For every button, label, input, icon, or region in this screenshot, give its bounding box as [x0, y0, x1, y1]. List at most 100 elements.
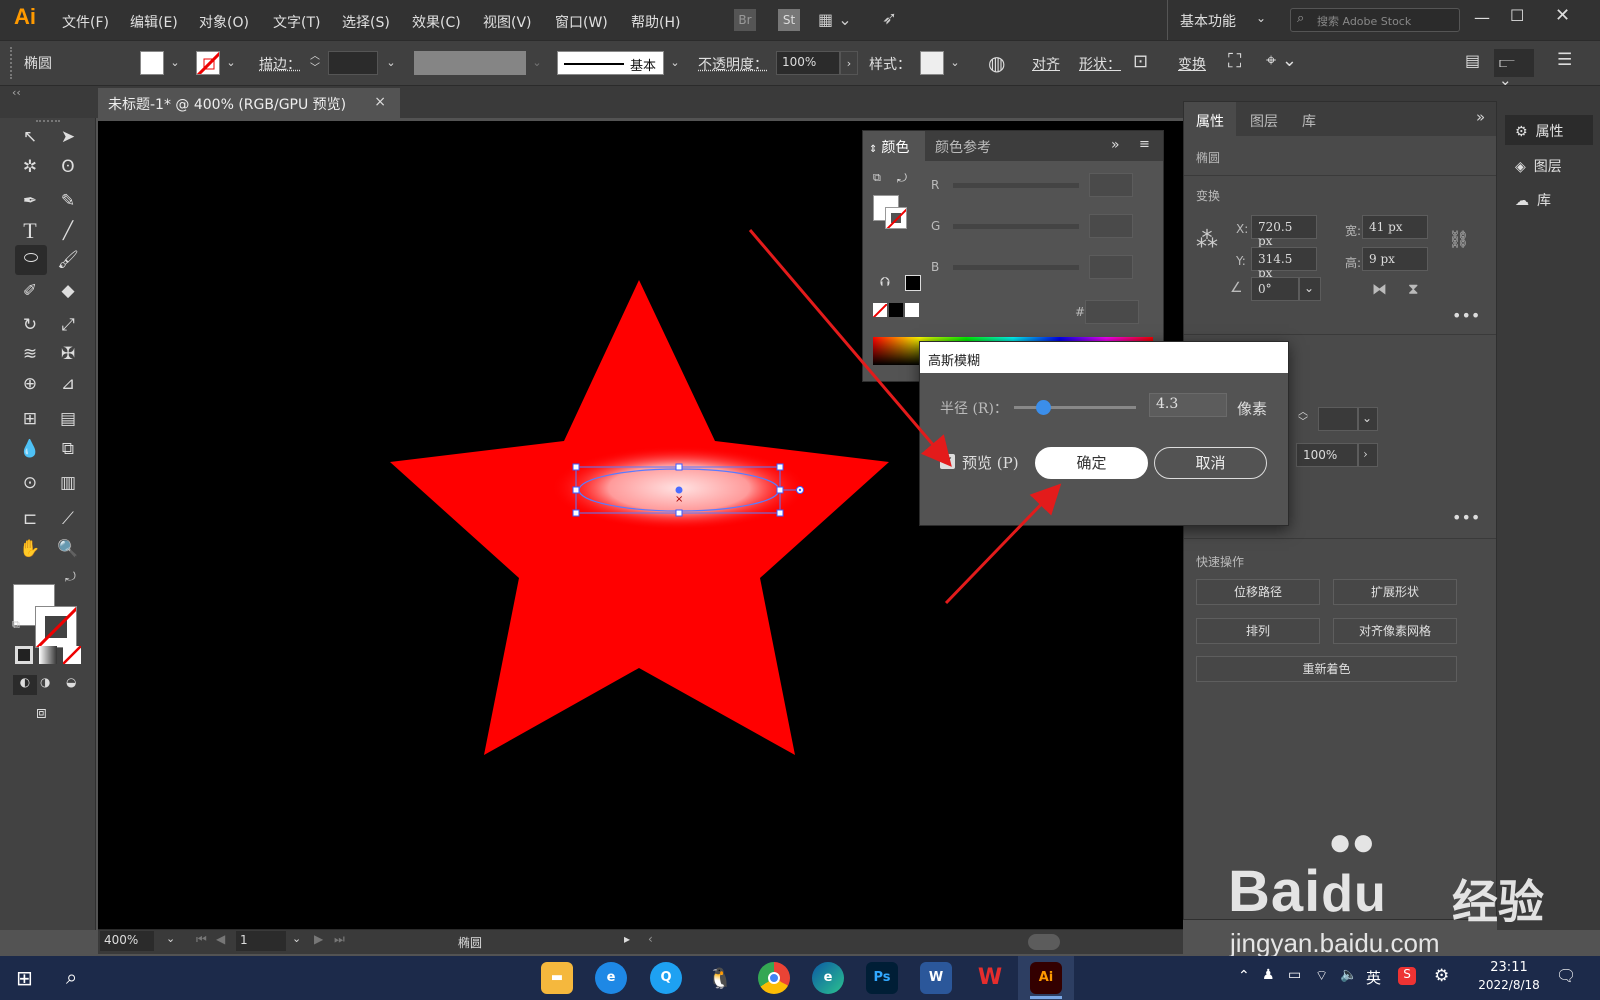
tab-color[interactable]: ⇕ 颜色: [863, 131, 925, 161]
color-mode-icon[interactable]: [15, 646, 33, 664]
stroke-weight-dropdown-icon[interactable]: ⌄: [382, 51, 400, 75]
more-options-icon[interactable]: •••: [1452, 508, 1480, 527]
stroke-stepper[interactable]: ︿ ﹀: [310, 51, 320, 75]
radius-slider-track[interactable]: [1014, 400, 1136, 415]
artboard-dropdown-icon[interactable]: ⌄: [292, 932, 301, 945]
line-tool-icon[interactable]: ╱: [55, 218, 81, 244]
windows-start-icon[interactable]: ⊞: [16, 966, 33, 990]
default-fill-stroke-icon[interactable]: ⧉: [12, 618, 20, 632]
scroll-left-icon[interactable]: ‹: [648, 932, 653, 946]
bridge-icon[interactable]: Br: [734, 9, 756, 31]
rotate-angle-input[interactable]: 0°: [1251, 277, 1299, 301]
paintbrush-tool-icon[interactable]: 🖌: [55, 247, 81, 273]
dock-layers[interactable]: ◈ 图层: [1505, 150, 1593, 180]
expand-shape-button[interactable]: 扩展形状: [1333, 579, 1457, 605]
opacity-flyout-icon[interactable]: ›: [1358, 443, 1378, 467]
zoom-level-input[interactable]: 400%: [100, 931, 154, 951]
draw-behind-icon[interactable]: ◑: [40, 675, 50, 689]
curvature-tool-icon[interactable]: ✎: [55, 188, 81, 214]
appearance-opacity-input[interactable]: 100%: [1296, 443, 1358, 467]
dock-properties[interactable]: ⚙ 属性: [1505, 115, 1593, 145]
stroke-label[interactable]: 描边：: [259, 54, 301, 74]
qq-browser-icon[interactable]: Q: [650, 962, 682, 994]
select-similar-icon[interactable]: ⌖ ⌄: [1266, 50, 1297, 71]
style-dropdown-icon[interactable]: ⌄: [946, 51, 964, 75]
g-slider[interactable]: [953, 224, 1079, 229]
profile-dropdown-icon[interactable]: ⌄: [528, 51, 546, 75]
menu-type[interactable]: 文字(T): [273, 12, 320, 32]
reference-point-icon[interactable]: ⁂: [1196, 228, 1218, 253]
cancel-button[interactable]: 取消: [1154, 447, 1267, 479]
symbol-sprayer-tool-icon[interactable]: ⊙: [17, 470, 43, 496]
ok-button[interactable]: 确定: [1035, 447, 1148, 479]
shape-properties-icon[interactable]: ⊡: [1133, 51, 1148, 72]
g-value-input[interactable]: [1089, 214, 1133, 238]
stroke-color-chip[interactable]: [885, 207, 907, 229]
gpu-rocket-icon[interactable]: ➶: [882, 8, 897, 29]
white-color-chip[interactable]: [905, 303, 919, 317]
horizontal-scrollbar-thumb[interactable]: [1028, 934, 1060, 950]
panel-layout-icon[interactable]: ⫍ ⌄: [1494, 49, 1534, 89]
collapse-toolbar-icon[interactable]: ‹‹: [12, 86, 21, 99]
preview-checkbox[interactable]: ✔: [940, 454, 955, 469]
draw-inside-icon[interactable]: ◒: [66, 675, 76, 689]
artboard-number-input[interactable]: 1: [236, 931, 286, 951]
chevron-down-icon[interactable]: ⌄: [1256, 11, 1266, 25]
menu-edit[interactable]: 编辑(E): [130, 12, 178, 32]
pen-tool-icon[interactable]: ✒: [17, 188, 43, 214]
word-icon[interactable]: W: [920, 962, 952, 994]
zoom-tool-icon[interactable]: 🔍: [55, 536, 81, 562]
tab-libraries[interactable]: 库: [1290, 102, 1328, 136]
width-input[interactable]: 41 px: [1362, 215, 1428, 239]
flip-horizontal-icon[interactable]: ⧓: [1372, 280, 1387, 298]
type-tool-icon[interactable]: T: [17, 218, 43, 244]
panel-menu-icon[interactable]: ≡: [1139, 137, 1150, 152]
slice-tool-icon[interactable]: ⟋: [55, 506, 81, 532]
previous-artboard-icon[interactable]: ◀: [216, 932, 225, 946]
opacity-label[interactable]: 不透明度：: [698, 54, 768, 74]
last-artboard-icon[interactable]: ⏭: [334, 932, 345, 947]
offset-path-button[interactable]: 位移路径: [1196, 579, 1320, 605]
draw-normal-icon[interactable]: ◐: [13, 675, 37, 695]
recolor-artwork-icon[interactable]: ◍: [988, 51, 1005, 75]
sogou-ime-icon[interactable]: S: [1398, 967, 1416, 985]
menu-window[interactable]: 窗口(W): [555, 12, 608, 32]
menu-object[interactable]: 对象(O): [199, 12, 249, 32]
clock-date[interactable]: 2022/8/18: [1470, 978, 1548, 992]
panel-collapse-icon[interactable]: »: [1111, 137, 1120, 153]
out-of-gamut-icon[interactable]: ⮉: [880, 275, 890, 290]
hand-tool-icon[interactable]: ✋: [17, 536, 43, 562]
fill-swatch[interactable]: [140, 51, 164, 75]
first-artboard-icon[interactable]: ⏮: [196, 932, 207, 947]
selection-tool-icon[interactable]: ↖: [17, 124, 43, 150]
transform-link[interactable]: 变换: [1178, 54, 1206, 74]
menu-select[interactable]: 选择(S): [342, 12, 390, 32]
status-menu-icon[interactable]: ▸: [624, 932, 630, 946]
shaper-tool-icon[interactable]: ✐: [17, 278, 43, 304]
blend-tool-icon[interactable]: ⧉: [55, 436, 81, 462]
gradient-mode-icon[interactable]: [39, 646, 57, 664]
artboard-tool-icon[interactable]: ⊏: [17, 506, 43, 532]
edge-icon[interactable]: e: [812, 962, 844, 994]
illustrator-taskbar-icon[interactable]: Ai: [1030, 962, 1062, 994]
variable-width-profile[interactable]: [414, 51, 526, 75]
scale-tool-icon[interactable]: ⤢: [55, 312, 81, 338]
ime-indicator[interactable]: 英: [1366, 967, 1381, 988]
stroke-weight-field[interactable]: [1318, 407, 1358, 431]
stroke-swatch-none[interactable]: [196, 51, 220, 75]
menu-effect[interactable]: 效果(C): [412, 12, 461, 32]
none-mode-icon[interactable]: [63, 646, 81, 664]
isolate-group-icon[interactable]: ⛶: [1228, 50, 1241, 72]
stroke-weight-stepper[interactable]: ︿ ﹀: [1298, 408, 1308, 428]
tab-layers[interactable]: 图层: [1238, 102, 1290, 136]
menu-file[interactable]: 文件(F): [62, 12, 109, 32]
settings-gear-icon[interactable]: ⚙: [1434, 966, 1449, 986]
opacity-input[interactable]: 100%: [776, 51, 840, 75]
preview-label[interactable]: 预览 (P): [962, 452, 1019, 473]
photoshop-icon[interactable]: Ps: [866, 962, 898, 994]
mesh-tool-icon[interactable]: ⊞: [17, 406, 43, 432]
battery-icon[interactable]: ▭: [1288, 967, 1301, 983]
perspective-grid-tool-icon[interactable]: ⊿: [55, 371, 81, 397]
y-position-input[interactable]: 314.5 px: [1251, 247, 1317, 280]
stroke-weight-input[interactable]: [328, 51, 378, 75]
